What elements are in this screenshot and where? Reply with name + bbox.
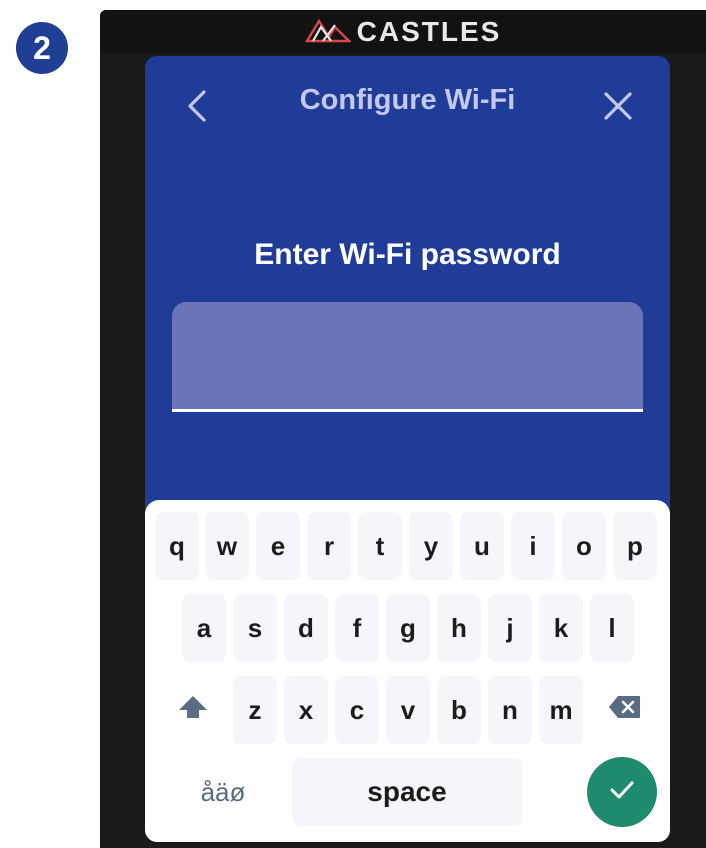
key-k[interactable]: k (539, 594, 583, 662)
key-q[interactable]: q (155, 512, 199, 580)
key-i[interactable]: i (511, 512, 555, 580)
key-f[interactable]: f (335, 594, 379, 662)
castles-logo-icon (304, 17, 352, 50)
key-z[interactable]: z (233, 676, 277, 744)
terminal-top-bar: CASTLES (100, 10, 706, 54)
keyboard-row-3: z x c v b n m (145, 676, 670, 744)
key-x[interactable]: x (284, 676, 328, 744)
confirm-button[interactable] (587, 757, 657, 827)
key-c[interactable]: c (335, 676, 379, 744)
keyboard-row-1: q w e r t y u i o p (145, 512, 670, 580)
shift-arrow-icon (177, 694, 209, 727)
key-e[interactable]: e (256, 512, 300, 580)
key-h[interactable]: h (437, 594, 481, 662)
checkmark-icon (609, 780, 635, 805)
brand-name: CASTLES (356, 16, 502, 47)
key-y[interactable]: y (409, 512, 453, 580)
close-button[interactable] (588, 78, 648, 138)
wifi-config-screen: Configure Wi-Fi Enter Wi-Fi password q w… (145, 56, 670, 842)
close-icon (603, 91, 633, 126)
keyboard-row-2: a s d f g h j k l (145, 594, 670, 662)
alt-chars-key[interactable]: åäø (173, 758, 273, 826)
page-title: Configure Wi-Fi (299, 84, 516, 116)
key-p[interactable]: p (613, 512, 657, 580)
key-r[interactable]: r (307, 512, 351, 580)
backspace-icon (608, 694, 642, 727)
key-w[interactable]: w (205, 512, 249, 580)
key-b[interactable]: b (437, 676, 481, 744)
step-number-badge: 2 (16, 22, 68, 74)
key-d[interactable]: d (284, 594, 328, 662)
brand-logo: CASTLES (100, 16, 706, 50)
backspace-key[interactable] (597, 676, 653, 744)
key-u[interactable]: u (460, 512, 504, 580)
wifi-password-input[interactable] (172, 302, 643, 412)
back-button[interactable] (167, 78, 227, 138)
key-o[interactable]: o (562, 512, 606, 580)
key-l[interactable]: l (590, 594, 634, 662)
key-v[interactable]: v (386, 676, 430, 744)
key-g[interactable]: g (386, 594, 430, 662)
key-j[interactable]: j (488, 594, 532, 662)
key-t[interactable]: t (358, 512, 402, 580)
shift-key[interactable] (165, 676, 221, 744)
keyboard-row-4: åäø space (145, 757, 670, 827)
password-prompt: Enter Wi-Fi password (254, 238, 561, 271)
onscreen-keyboard: q w e r t y u i o p a s d f g h j k l z … (145, 500, 670, 842)
key-a[interactable]: a (182, 594, 226, 662)
chevron-left-icon (186, 89, 208, 127)
key-n[interactable]: n (488, 676, 532, 744)
screen-header: Configure Wi-Fi (145, 56, 670, 156)
space-key[interactable]: space (292, 758, 522, 826)
key-s[interactable]: s (233, 594, 277, 662)
key-m[interactable]: m (539, 676, 583, 744)
